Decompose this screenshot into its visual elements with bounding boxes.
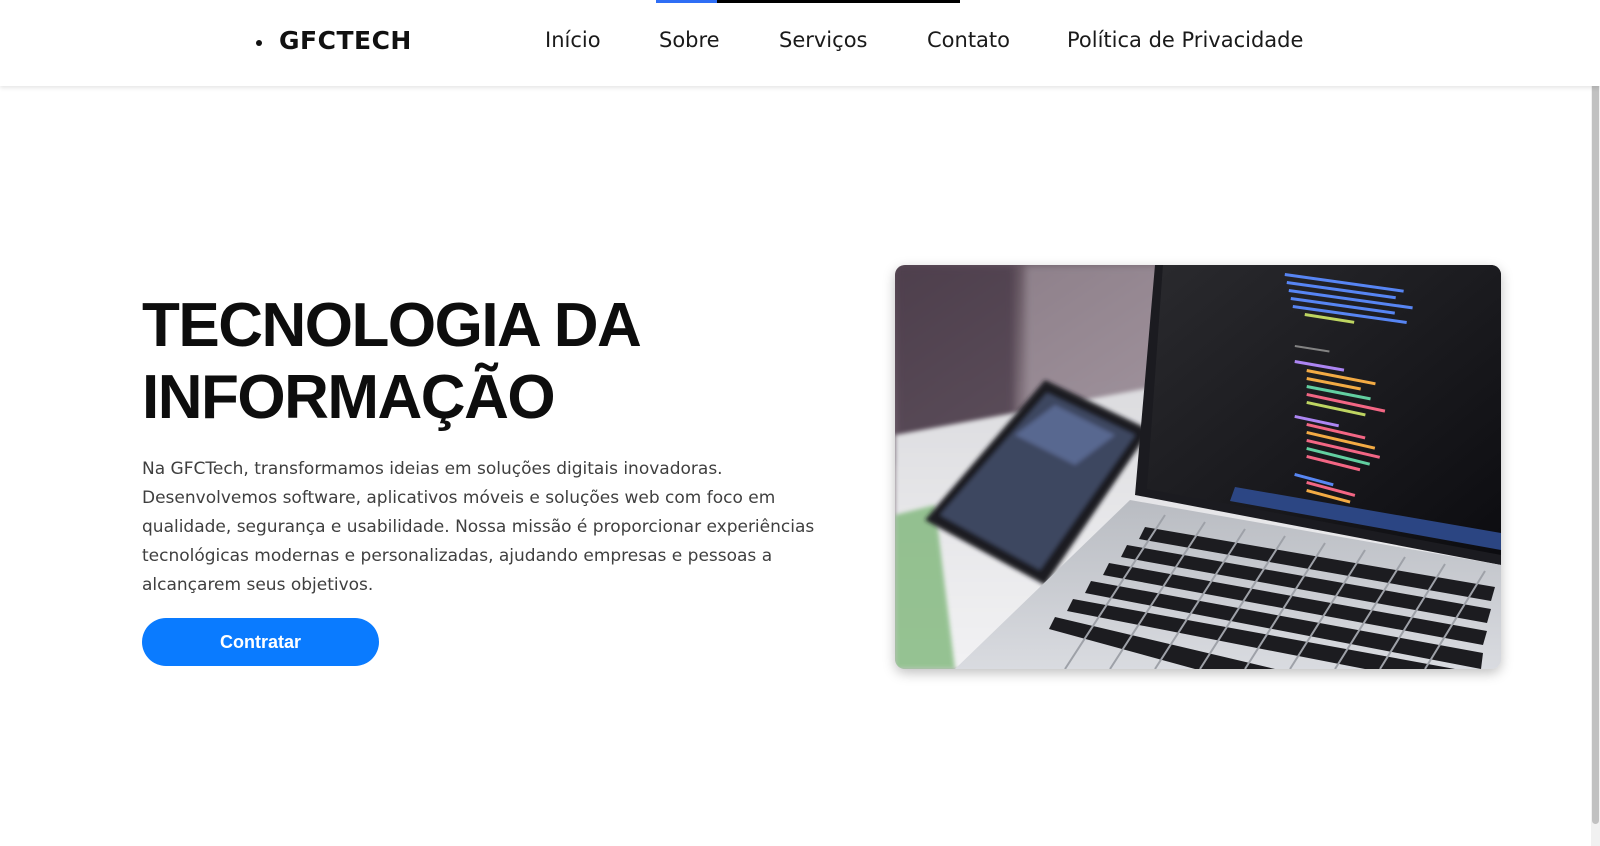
nav-link-politica-privacidade[interactable]: Política de Privacidade [1067,28,1303,52]
hero-title: TECNOLOGIA DA INFORMAÇÃO [142,290,842,434]
site-logo[interactable]: GFCTECH [256,22,412,58]
nav-link-contato[interactable]: Contato [927,28,1010,52]
contratar-button[interactable]: Contratar [142,618,379,666]
nav-link-inicio[interactable]: Início [545,28,601,52]
hero-title-line-1: TECNOLOGIA DA [142,291,642,360]
site-header: GFCTECH Início Sobre Serviços Contato Po… [0,0,1600,86]
hero-description: Na GFCTech, transformamos ideias em solu… [142,459,815,595]
nav-link-sobre[interactable]: Sobre [659,28,720,52]
nav-scroll-indicator-active [656,0,717,3]
nav-link-servicos[interactable]: Serviços [779,28,867,52]
nav-scroll-indicator [656,0,960,3]
logo-dot-icon [256,40,262,46]
logo-text: GFCTECH [279,25,412,55]
hero-image-laptop [895,265,1501,669]
hero-title-line-2: INFORMAÇÃO [142,363,556,432]
page-scrollbar-thumb[interactable] [1592,4,1599,824]
page-scrollbar[interactable] [1591,0,1600,846]
